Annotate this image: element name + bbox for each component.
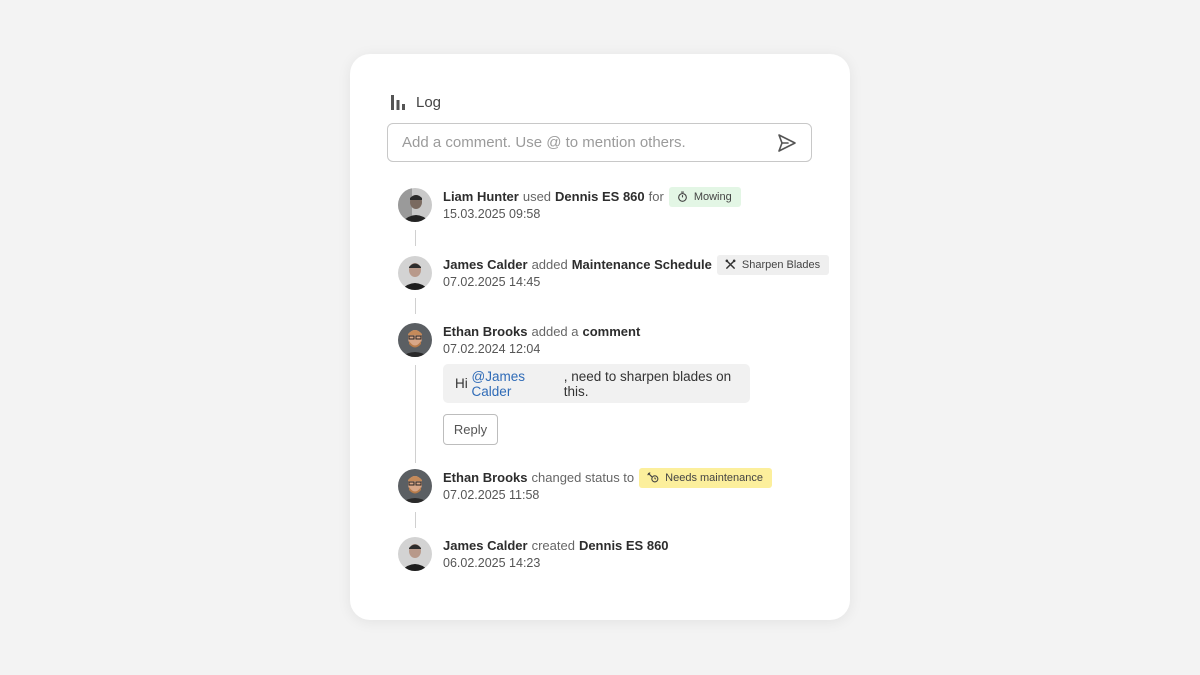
log-entry: Ethan Brooks added a comment 07.02.2024 … — [398, 323, 640, 357]
timeline-connector — [415, 230, 416, 246]
timer-icon — [677, 191, 687, 202]
avatar — [398, 188, 432, 222]
log-entry: James Calder created Dennis ES 860 06.02… — [398, 537, 669, 571]
send-button[interactable] — [775, 131, 799, 155]
entry-timestamp: 07.02.2024 12:04 — [443, 342, 541, 356]
bar-chart-icon — [390, 94, 406, 111]
entry-action: changed status to — [531, 470, 635, 485]
timeline-connector — [415, 365, 416, 463]
entry-object[interactable]: Maintenance Schedule — [572, 257, 712, 272]
log-card: Log Liam Hunter used — [350, 54, 850, 620]
avatar — [398, 469, 432, 503]
entry-user[interactable]: Liam Hunter — [443, 189, 519, 204]
log-header: Log — [390, 94, 441, 111]
avatar — [398, 323, 432, 357]
entry-user[interactable]: James Calder — [443, 538, 528, 553]
log-entry: Ethan Brooks changed status to Needs mai… — [398, 467, 772, 503]
timeline-connector — [415, 512, 416, 528]
entry-connector: for — [648, 189, 664, 204]
entry-action: created — [531, 538, 575, 553]
status-badge: Needs maintenance — [639, 467, 772, 488]
entry-timestamp: 07.02.2025 11:58 — [443, 488, 540, 502]
sharpen-blades-badge: Sharpen Blades — [716, 254, 830, 275]
comment-box — [387, 123, 812, 162]
reply-button[interactable]: Reply — [443, 414, 498, 445]
comment-bubble: Hi @James Calder, need to sharpen blades … — [443, 364, 750, 403]
entry-timestamp: 15.03.2025 09:58 — [443, 207, 541, 221]
entry-timestamp: 06.02.2025 14:23 — [443, 556, 541, 570]
entry-user[interactable]: James Calder — [443, 257, 528, 272]
entry-object[interactable]: Dennis ES 860 — [579, 538, 669, 553]
entry-action: used — [522, 189, 552, 204]
send-icon — [778, 133, 796, 152]
log-title: Log — [416, 94, 442, 111]
log-entry: James Calder added Maintenance Schedule … — [398, 254, 830, 290]
mowing-badge: Mowing — [668, 186, 741, 207]
tools-icon — [725, 259, 736, 269]
entry-user[interactable]: Ethan Brooks — [443, 324, 528, 339]
entry-object[interactable]: Dennis ES 860 — [555, 189, 645, 204]
entry-action: added a — [531, 324, 579, 339]
wrench-clock-icon — [647, 472, 659, 483]
comment-prefix: Hi — [455, 376, 468, 391]
entry-user[interactable]: Ethan Brooks — [443, 470, 528, 485]
comment-input[interactable] — [400, 133, 775, 152]
avatar — [398, 256, 432, 290]
mention-link[interactable]: @James Calder — [472, 369, 564, 399]
comment-text: , need to sharpen blades on this. — [563, 368, 732, 399]
entry-object: comment — [582, 324, 641, 339]
entry-action: added — [531, 257, 568, 272]
avatar — [398, 537, 432, 571]
timeline-connector — [415, 298, 416, 314]
log-entry: Liam Hunter used Dennis ES 860 for Mowin… — [398, 186, 741, 222]
entry-timestamp: 07.02.2025 14:45 — [443, 275, 541, 289]
